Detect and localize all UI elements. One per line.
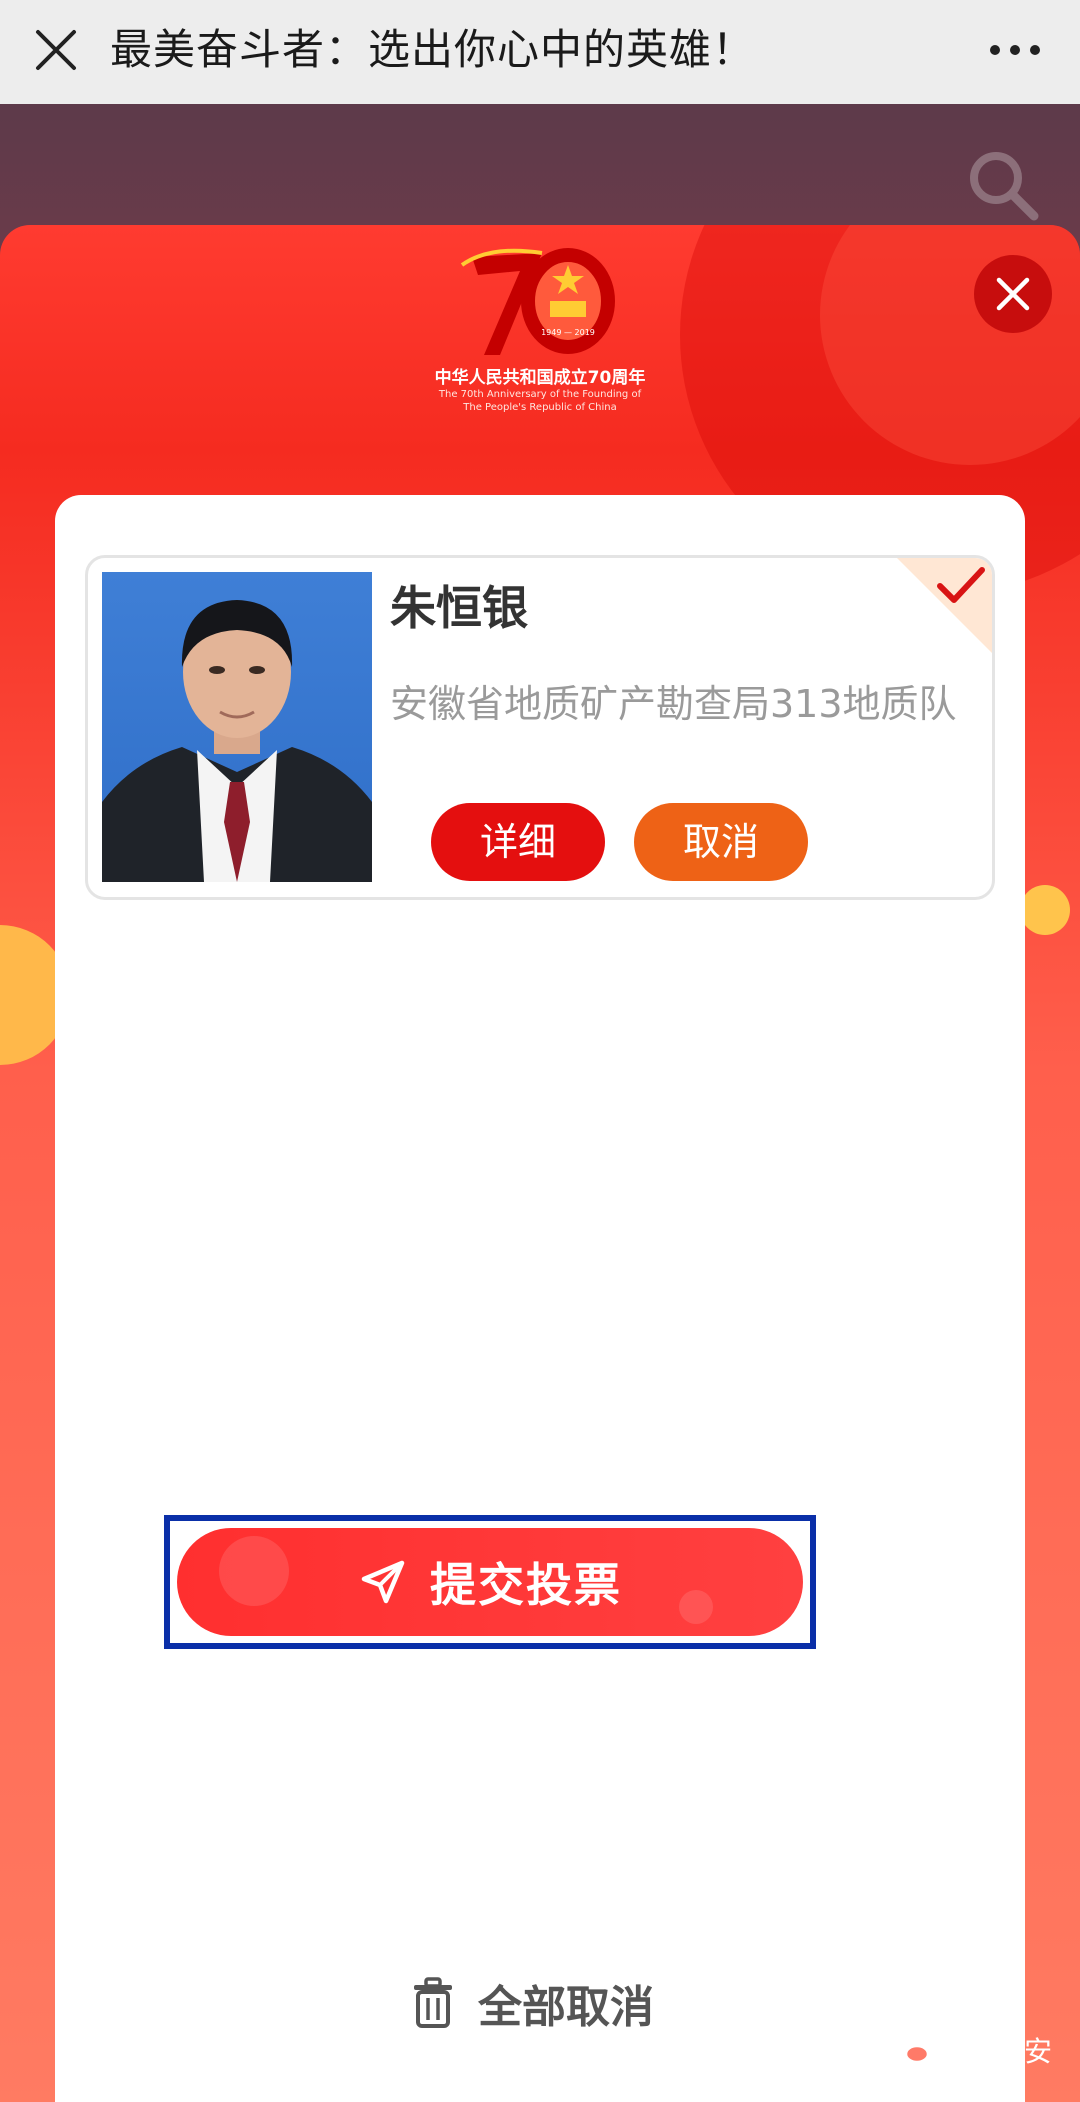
cancel-all-label: 全部取消 <box>478 1982 654 2033</box>
modal-close-button[interactable] <box>974 255 1052 333</box>
candidate-name: 朱恒银 <box>390 581 528 635</box>
trash-icon <box>414 1977 452 2028</box>
seventy-logo-icon: 1949 — 2019 <box>460 248 615 355</box>
top-bar: 最美奋斗者：选出你心中的英雄！ <box>0 0 1080 104</box>
logo-en-text-2: The People's Republic of China <box>463 402 617 413</box>
watermark-text: 文明六安 <box>939 2035 1052 2068</box>
candidate-organization: 安徽省地质矿产勘查局313地质队 <box>390 682 957 726</box>
candidate-photo <box>102 572 372 882</box>
close-icon <box>996 277 1030 311</box>
anniversary-logo: 1949 — 2019 中华人民共和国成立70周年 The 70th Anniv… <box>420 235 660 435</box>
decor-circle <box>1020 885 1070 935</box>
wechat-icon <box>890 2036 930 2064</box>
submit-vote-button[interactable]: 提交投票 <box>177 1528 803 1636</box>
more-icon[interactable] <box>980 22 1050 78</box>
cancel-all-button[interactable]: 全部取消 <box>410 1968 654 2038</box>
search-icon[interactable] <box>962 144 1046 228</box>
submit-vote-label: 提交投票 <box>430 1558 622 1612</box>
detail-button[interactable]: 详细 <box>431 803 605 881</box>
send-icon <box>361 1560 405 1604</box>
logo-en-text-1: The 70th Anniversary of the Founding of <box>438 389 642 400</box>
source-watermark: 文明六安 <box>890 2030 1052 2070</box>
candidate-card: 朱恒银 安徽省地质矿产勘查局313地质队 详细 取消 <box>85 555 995 900</box>
checkmark-icon <box>937 567 985 603</box>
page-title: 最美奋斗者：选出你心中的英雄！ <box>110 25 756 74</box>
vote-modal: 1949 — 2019 中华人民共和国成立70周年 The 70th Anniv… <box>0 225 1080 2102</box>
svg-text:1949 — 2019: 1949 — 2019 <box>541 328 595 337</box>
decor-bubble <box>679 1590 713 1624</box>
decor-bubble <box>219 1536 289 1606</box>
selection-panel: 朱恒银 安徽省地质矿产勘查局313地质队 详细 取消 <box>55 495 1025 2102</box>
close-icon[interactable] <box>26 20 86 80</box>
cancel-button[interactable]: 取消 <box>634 803 808 881</box>
logo-cn-text: 中华人民共和国成立70周年 <box>434 368 646 388</box>
